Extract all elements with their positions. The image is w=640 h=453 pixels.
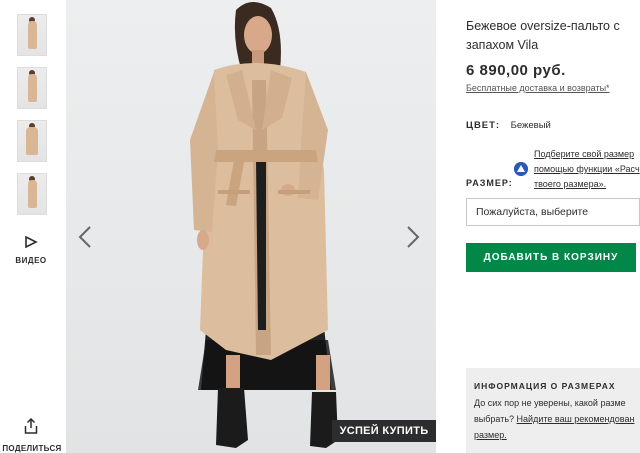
product-info-panel: Бежевое oversize-пальто с запахом Vila 6…	[466, 0, 640, 453]
product-title-line-2: запахом Vila	[466, 38, 539, 52]
thumbnail-3[interactable]	[17, 120, 47, 162]
thumbnail-2[interactable]	[17, 67, 47, 109]
thumbnail-column: ВИДЕО ПОДЕЛИТЬСЯ	[0, 0, 62, 453]
next-image-arrow[interactable]	[406, 225, 420, 249]
video-label[interactable]: ВИДЕО	[8, 256, 54, 265]
color-row: ЦВЕТ: Бежевый	[466, 120, 551, 131]
size-label: РАЗМЕР:	[466, 178, 513, 188]
previous-image-arrow[interactable]	[78, 225, 92, 249]
product-price: 6 890,00 руб.	[466, 62, 566, 79]
product-title-line-1: Бежевое oversize-пальто с	[466, 19, 620, 33]
fit-assistant-icon[interactable]	[514, 162, 528, 176]
fit-assistant-line-1[interactable]: Подберите свой размер	[534, 147, 640, 162]
thumbnail-1[interactable]	[17, 14, 47, 56]
fit-assistant-line-3[interactable]: твоего размера».	[534, 177, 640, 192]
delivery-returns-link[interactable]: Бесплатные доставка и возвраты*	[466, 83, 610, 93]
fit-assistant-line-2[interactable]: помощью функции «Расч	[534, 162, 640, 177]
play-icon[interactable]	[24, 236, 38, 248]
add-to-cart-button[interactable]: ДОБАВИТЬ В КОРЗИНУ	[466, 243, 636, 272]
fit-assistant-text[interactable]: Подберите свой размер помощью функции «Р…	[534, 147, 640, 192]
product-photo: УСПЕЙ КУПИТЬ	[66, 0, 436, 453]
thumbnail-4[interactable]	[17, 173, 47, 215]
color-value: Бежевый	[510, 120, 551, 131]
hurry-buy-badge[interactable]: УСПЕЙ КУПИТЬ	[332, 420, 436, 442]
size-recommendation-link[interactable]: Найдите ваш рекомендован	[517, 414, 635, 424]
share-icon[interactable]	[24, 418, 38, 434]
product-title: Бежевое oversize-пальто с запахом Vila	[466, 17, 640, 55]
size-select[interactable]: Пожалуйста, выберите	[466, 198, 640, 226]
size-info-line-2-prefix: выбрать?	[474, 414, 517, 424]
model-illustration	[190, 1, 338, 448]
size-recommendation-link-2[interactable]: размер.	[474, 427, 640, 443]
color-label: ЦВЕТ:	[466, 120, 500, 131]
size-info-line-1: До сих пор не уверены, какой разме	[474, 398, 626, 408]
size-info-box: ИНФОРМАЦИЯ О РАЗМЕРАХ До сих пор не увер…	[466, 368, 640, 453]
size-info-heading: ИНФОРМАЦИЯ О РАЗМЕРАХ	[474, 381, 616, 391]
share-label[interactable]: ПОДЕЛИТЬСЯ	[0, 444, 64, 453]
size-info-body: До сих пор не уверены, какой разме выбра…	[474, 395, 640, 443]
